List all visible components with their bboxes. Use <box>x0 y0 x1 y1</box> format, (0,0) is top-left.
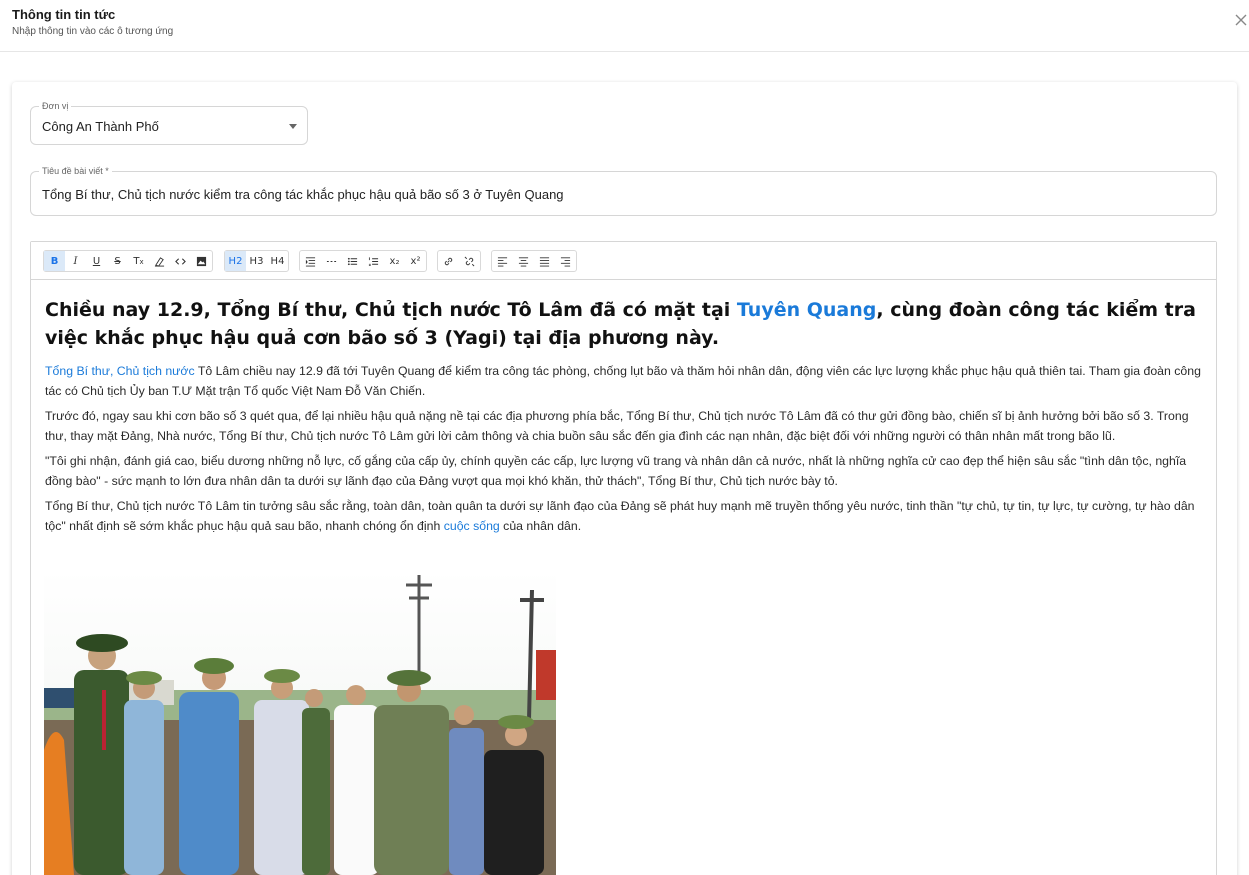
highlight-icon[interactable] <box>149 251 170 271</box>
heading-group: H2 H3 H4 <box>224 250 289 272</box>
caret-down-icon <box>289 124 297 129</box>
link-icon[interactable] <box>438 251 459 271</box>
align-center-icon[interactable] <box>513 251 534 271</box>
paragraph-icon[interactable] <box>300 251 321 271</box>
heading-3-button[interactable]: H3 <box>246 251 267 271</box>
headline-value: Tổng Bí thư, Chủ tịch nước kiểm tra công… <box>42 187 564 202</box>
bold-button[interactable]: B <box>44 251 65 271</box>
image-icon[interactable] <box>191 251 212 271</box>
align-group <box>491 250 577 272</box>
code-icon[interactable] <box>170 251 191 271</box>
link-group <box>437 250 481 272</box>
article-paragraph-4: Tổng Bí thư, Chủ tịch nước Tô Lâm tin tư… <box>45 499 1195 533</box>
superscript-button[interactable]: x² <box>405 251 426 271</box>
bullet-list-icon[interactable] <box>342 251 363 271</box>
heading-link[interactable]: Tuyên Quang <box>737 299 876 321</box>
dialog-header: Thông tin tin tức Nhập thông tin vào các… <box>0 0 1249 52</box>
close-icon[interactable] <box>1233 12 1249 28</box>
headline-field[interactable]: Tiêu đề bài viết * Tổng Bí thư, Chủ tịch… <box>30 165 1217 216</box>
format-group: B I U S Tx <box>43 250 213 272</box>
ordered-list-icon[interactable] <box>363 251 384 271</box>
article-heading: Chiều nay 12.9, Tổng Bí thư, Chủ tịch nư… <box>45 299 1196 349</box>
article-photo[interactable] <box>44 570 556 875</box>
heading-2-button[interactable]: H2 <box>225 251 246 271</box>
article-paragraph-1: Tổng Bí thư, Chủ tịch nước Tô Lâm chiều … <box>45 364 1201 398</box>
align-justify-icon[interactable] <box>534 251 555 271</box>
dialog-subtitle: Nhập thông tin vào các ô tương ứng <box>12 26 174 37</box>
paragraph-1-link[interactable]: Tổng Bí thư, Chủ tịch nước <box>45 364 195 378</box>
article-paragraph-3: "Tôi ghi nhận, đánh giá cao, biểu dương … <box>45 454 1187 488</box>
block-group: x₂ x² <box>299 250 427 272</box>
editor-content[interactable]: Chiều nay 12.9, Tổng Bí thư, Chủ tịch nư… <box>45 296 1205 542</box>
align-right-icon[interactable] <box>555 251 576 271</box>
horizontal-rule-icon[interactable] <box>321 251 342 271</box>
align-left-icon[interactable] <box>492 251 513 271</box>
italic-button[interactable]: I <box>65 251 86 271</box>
clear-format-button[interactable]: Tx <box>128 251 149 271</box>
editor-toolbar: B I U S Tx H2 H3 H4 x₂ x² <box>31 242 1216 280</box>
heading-4-button[interactable]: H4 <box>267 251 288 271</box>
dialog-title: Thông tin tin tức <box>12 7 116 22</box>
unit-label: Đơn vị <box>39 100 72 112</box>
strikethrough-button[interactable]: S <box>107 251 128 271</box>
paragraph-4-link[interactable]: cuộc sống <box>444 519 500 533</box>
unit-select[interactable]: Đơn vị Công An Thành Phố <box>30 100 308 145</box>
unlink-icon[interactable] <box>459 251 480 271</box>
subscript-button[interactable]: x₂ <box>384 251 405 271</box>
article-paragraph-2: Trước đó, ngay sau khi cơn bão số 3 quét… <box>45 409 1189 443</box>
unit-value: Công An Thành Phố <box>42 119 159 134</box>
headline-label: Tiêu đề bài viết * <box>39 165 112 177</box>
underline-button[interactable]: U <box>86 251 107 271</box>
